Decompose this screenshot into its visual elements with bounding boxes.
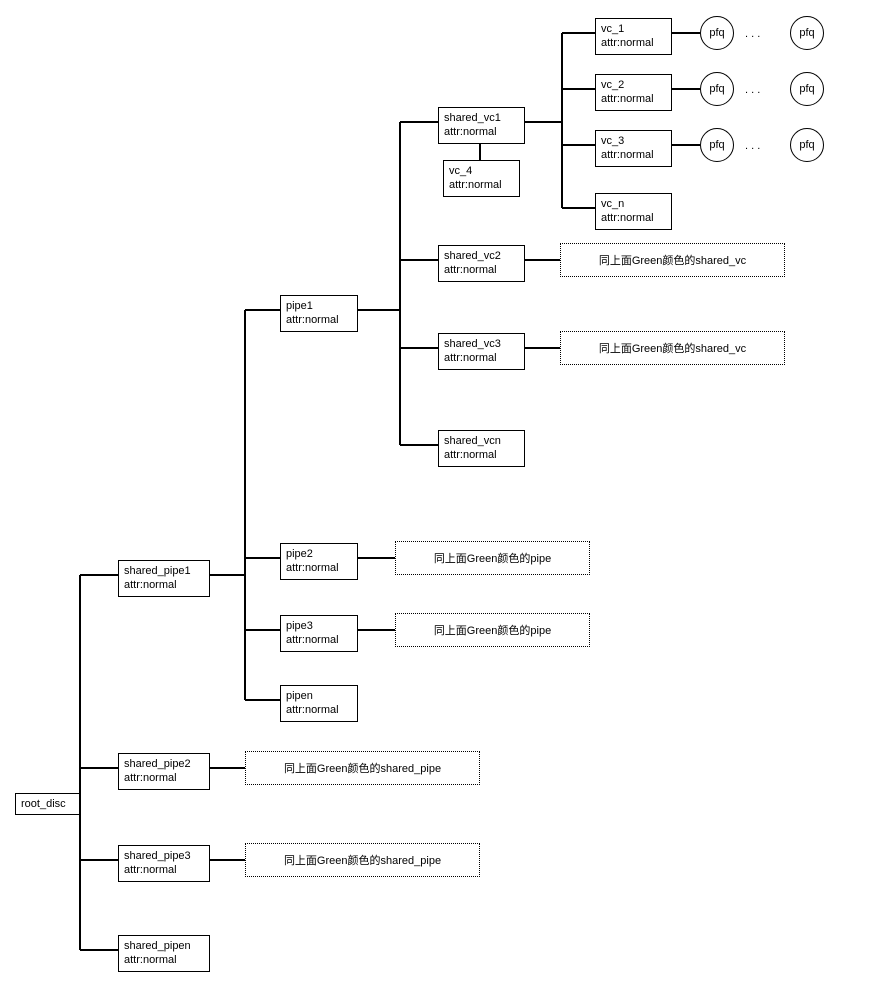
pipe3: pipe3 attr:normal	[280, 615, 358, 652]
pipen: pipen attr:normal	[280, 685, 358, 722]
vcn: vc_n attr:normal	[595, 193, 672, 230]
shared-pipe1: shared_pipe1 attr:normal	[118, 560, 210, 597]
shared-vcn: shared_vcn attr:normal	[438, 430, 525, 467]
ellipsis: . . .	[745, 140, 760, 152]
note-pipe2: 同上面Green颜色的pipe	[395, 541, 590, 575]
pipe2: pipe2 attr:normal	[280, 543, 358, 580]
shared-pipen: shared_pipen attr:normal	[118, 935, 210, 972]
shared-vc1: shared_vc1 attr:normal	[438, 107, 525, 144]
shared-pipe3: shared_pipe3 attr:normal	[118, 845, 210, 882]
shared-vc2: shared_vc2 attr:normal	[438, 245, 525, 282]
ellipsis: . . .	[745, 28, 760, 40]
note-shared-vc2: 同上面Green颜色的shared_vc	[560, 243, 785, 277]
pfq-circle: pfq	[700, 16, 734, 50]
vc1: vc_1 attr:normal	[595, 18, 672, 55]
ellipsis: . . .	[745, 84, 760, 96]
pfq-circle: pfq	[790, 16, 824, 50]
vc3: vc_3 attr:normal	[595, 130, 672, 167]
vc4: vc_4 attr:normal	[443, 160, 520, 197]
note-shared-pipe3: 同上面Green颜色的shared_pipe	[245, 843, 480, 877]
pipe1: pipe1 attr:normal	[280, 295, 358, 332]
shared-pipe2: shared_pipe2 attr:normal	[118, 753, 210, 790]
pfq-circle: pfq	[790, 128, 824, 162]
pfq-circle: pfq	[700, 128, 734, 162]
note-shared-vc3: 同上面Green颜色的shared_vc	[560, 331, 785, 365]
note-shared-pipe2: 同上面Green颜色的shared_pipe	[245, 751, 480, 785]
pfq-circle: pfq	[700, 72, 734, 106]
root-node: root_disc	[15, 793, 80, 815]
root-label: root_disc	[21, 797, 74, 811]
note-pipe3: 同上面Green颜色的pipe	[395, 613, 590, 647]
shared-vc3: shared_vc3 attr:normal	[438, 333, 525, 370]
pfq-circle: pfq	[790, 72, 824, 106]
vc2: vc_2 attr:normal	[595, 74, 672, 111]
